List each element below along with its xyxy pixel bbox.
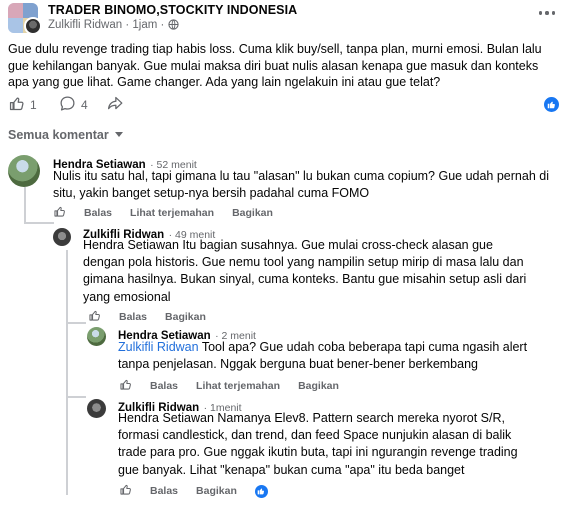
post-author[interactable]: Zulkifli Ridwan	[48, 19, 122, 31]
comment-text: Nulis itu satu hal, tapi gimana lu tau "…	[53, 169, 549, 201]
like-reaction-icon[interactable]	[544, 97, 559, 112]
share-icon	[106, 95, 124, 115]
reply-button[interactable]: Balas	[119, 311, 147, 323]
comment-actions: Balas Bagikan	[119, 483, 268, 499]
comment-text: Hendra Setiawan Itu bagian susahnya. Gue…	[83, 238, 527, 304]
mention-link[interactable]: Zulkifli Ridwan	[118, 340, 199, 354]
post-time[interactable]: 1jam	[132, 19, 157, 31]
globe-icon	[167, 19, 179, 33]
comment-icon	[59, 95, 76, 115]
thumbs-up-icon[interactable]	[119, 483, 132, 499]
thumbs-up-icon[interactable]	[88, 309, 101, 325]
reply-button[interactable]: Balas	[150, 485, 178, 497]
author-avatar[interactable]	[24, 17, 42, 35]
share-button[interactable]: Bagikan	[165, 311, 206, 323]
like-count: 1	[30, 98, 37, 112]
share-button[interactable]: Bagikan	[196, 485, 237, 497]
chevron-down-icon	[115, 127, 124, 141]
post-body: Gue dulu revenge trading tiap habis loss…	[8, 42, 542, 89]
comments-sort-dropdown[interactable]: Semua komentar	[8, 127, 124, 142]
comment-count: 4	[81, 98, 88, 112]
avatar[interactable]	[87, 327, 106, 346]
reply-button[interactable]: Balas	[84, 207, 112, 219]
group-name[interactable]: TRADER BINOMO,STOCKITY INDONESIA	[48, 3, 297, 17]
avatar[interactable]	[53, 228, 71, 246]
share-button[interactable]: Bagikan	[232, 207, 273, 219]
avatar[interactable]	[87, 399, 106, 418]
avatar[interactable]	[8, 155, 40, 187]
thumbs-up-icon	[8, 95, 25, 115]
like-reaction-icon[interactable]	[254, 484, 268, 498]
thumbs-up-icon[interactable]	[53, 205, 66, 221]
comment-actions: Balas Bagikan	[88, 309, 224, 325]
thumbs-up-icon[interactable]	[119, 378, 132, 394]
comment-actions: Balas Lihat terjemahan Bagikan	[119, 378, 357, 394]
more-options-icon[interactable]	[539, 7, 555, 19]
comment-actions: Balas Lihat terjemahan Bagikan	[53, 205, 291, 221]
share-button[interactable]: Bagikan	[298, 380, 339, 392]
like-action[interactable]: 1	[8, 96, 37, 114]
comment-text: Zulkifli Ridwan Tool apa? Gue udah coba …	[118, 340, 528, 372]
comment-action[interactable]: 4	[59, 96, 88, 114]
see-translation-button[interactable]: Lihat terjemahan	[130, 207, 214, 219]
comment-text: Hendra Setiawan Namanya Elev8. Pattern s…	[118, 411, 518, 477]
post-meta: Zulkifli Ridwan · 1jam ·	[48, 19, 179, 33]
reply-button[interactable]: Balas	[150, 380, 178, 392]
share-action[interactable]	[106, 96, 124, 114]
see-translation-button[interactable]: Lihat terjemahan	[196, 380, 280, 392]
